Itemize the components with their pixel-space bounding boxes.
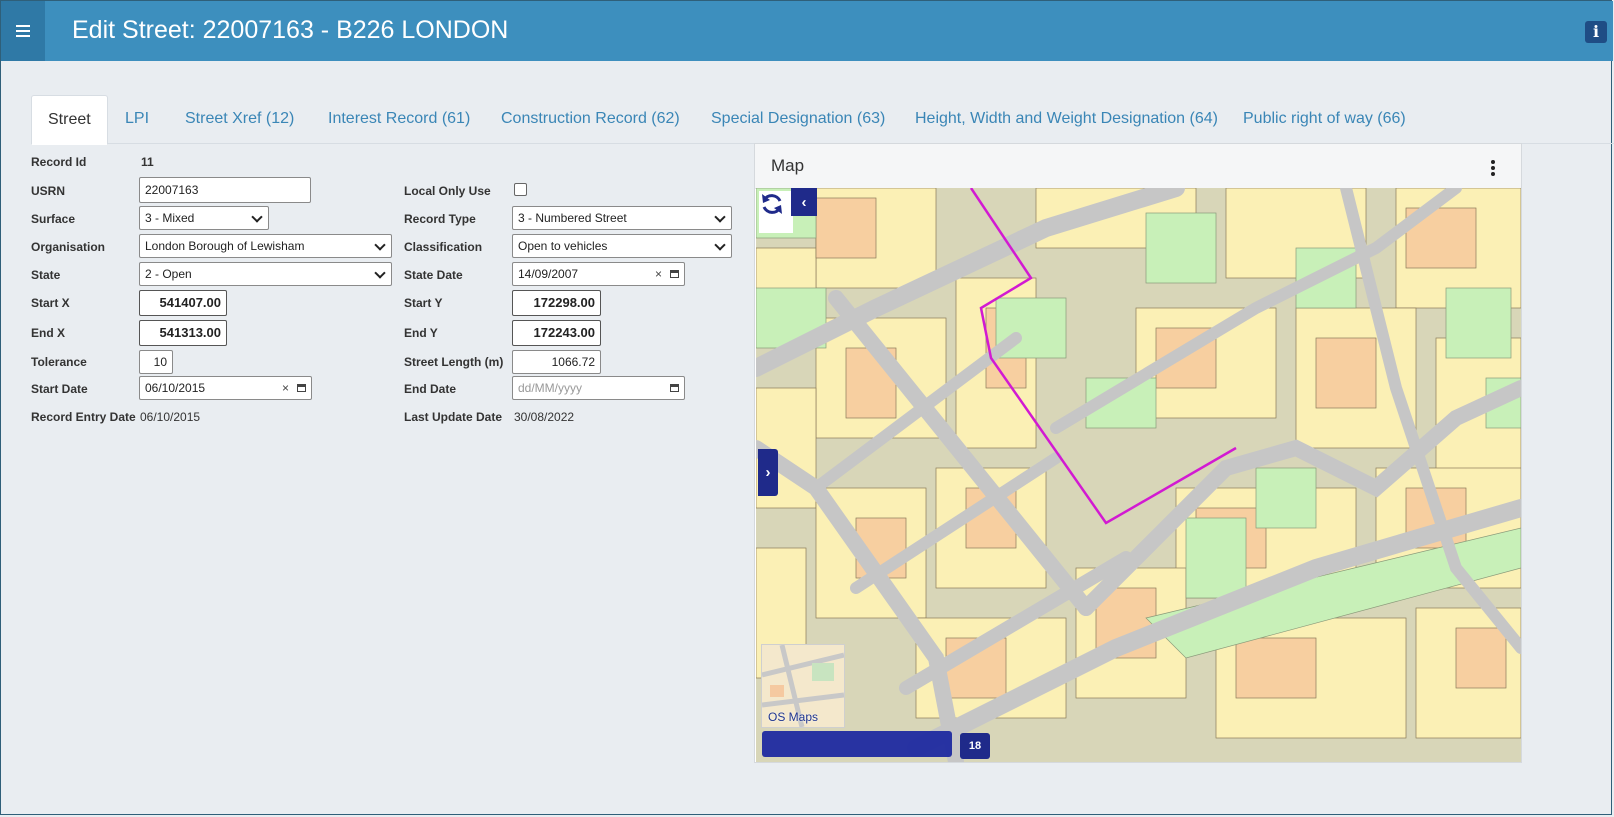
- state-date-value: 14/09/2007: [518, 267, 579, 281]
- hamburger-menu-button[interactable]: [1, 1, 45, 61]
- refresh-map-button[interactable]: [759, 191, 793, 233]
- start-date-value: 06/10/2015: [145, 381, 206, 395]
- local-only-use-label: Local Only Use: [404, 184, 491, 198]
- refresh-icon: [762, 194, 782, 214]
- map-title: Map: [771, 156, 805, 175]
- start-y-field[interactable]: 172298.00: [512, 290, 601, 316]
- organisation-value: London Borough of Lewisham: [145, 239, 305, 253]
- tab-height-width-weight[interactable]: Height, Width and Weight Designation (64…: [915, 95, 1218, 142]
- last-update-date-label: Last Update Date: [404, 410, 503, 424]
- tab-construction-record[interactable]: Construction Record (62): [501, 95, 680, 142]
- calendar-icon[interactable]: [670, 384, 679, 392]
- tab-street-xref[interactable]: Street Xref (12): [185, 95, 294, 142]
- classification-label: Classification: [404, 240, 483, 254]
- tab-public-right-of-way[interactable]: Public right of way (66): [1243, 95, 1406, 142]
- record-id-value: 11: [141, 155, 154, 169]
- surface-value: 3 - Mixed: [145, 211, 195, 225]
- start-y-label: Start Y: [404, 296, 443, 310]
- more-options-icon[interactable]: [1491, 160, 1495, 178]
- top-bar: Edit Street: 22007163 - B226 LONDON i: [1, 1, 1613, 61]
- usrn-label: USRN: [31, 184, 66, 198]
- map-canvas[interactable]: ‹ › OS Maps 18: [756, 188, 1521, 762]
- local-only-use-checkbox[interactable]: [514, 183, 527, 196]
- clear-icon[interactable]: ×: [655, 263, 662, 285]
- end-x-label: End X: [31, 326, 66, 340]
- organisation-label: Organisation: [31, 240, 106, 254]
- scale-bar: [762, 731, 952, 757]
- organisation-select[interactable]: London Borough of Lewisham: [139, 234, 392, 258]
- street-map: [756, 188, 1521, 762]
- tab-special-designation[interactable]: Special Designation (63): [711, 95, 885, 142]
- zoom-level-badge: 18: [960, 733, 990, 759]
- record-entry-date-value: 06/10/2015: [140, 410, 201, 424]
- collapse-panel-button[interactable]: ‹: [791, 188, 817, 216]
- end-date-label: End Date: [404, 382, 457, 396]
- basemap-label: OS Maps: [768, 710, 819, 724]
- classification-select[interactable]: Open to vehicles: [512, 234, 732, 258]
- tab-lpi[interactable]: LPI: [125, 95, 149, 142]
- basemap-switcher[interactable]: OS Maps: [761, 644, 845, 728]
- start-x-label: Start X: [31, 296, 70, 310]
- tab-street[interactable]: Street: [31, 95, 108, 145]
- state-date-picker[interactable]: 14/09/2007 ×: [512, 262, 685, 286]
- state-label: State: [31, 268, 61, 282]
- street-length-field[interactable]: 1066.72: [512, 350, 601, 374]
- record-type-value: 3 - Numbered Street: [518, 211, 627, 225]
- calendar-icon[interactable]: [297, 384, 306, 392]
- end-y-field[interactable]: 172243.00: [512, 320, 601, 346]
- info-icon[interactable]: i: [1585, 21, 1607, 43]
- end-date-picker[interactable]: dd/MM/yyyy: [512, 376, 685, 400]
- tab-bar: Street LPI Street Xref (12) Interest Rec…: [31, 95, 1614, 145]
- map-header: Map: [755, 144, 1521, 189]
- surface-label: Surface: [31, 212, 76, 226]
- start-date-label: Start Date: [31, 382, 88, 396]
- record-type-label: Record Type: [404, 212, 476, 226]
- classification-value: Open to vehicles: [518, 239, 608, 253]
- surface-select[interactable]: 3 - Mixed: [139, 206, 269, 230]
- end-x-field[interactable]: 541313.00: [139, 320, 227, 346]
- record-entry-date-label: Record Entry Date: [31, 410, 136, 424]
- state-value: 2 - Open: [145, 267, 192, 281]
- state-select[interactable]: 2 - Open: [139, 262, 392, 286]
- start-x-field[interactable]: 541407.00: [139, 290, 227, 316]
- clear-icon[interactable]: ×: [282, 377, 289, 399]
- start-date-picker[interactable]: 06/10/2015 ×: [139, 376, 312, 400]
- usrn-field[interactable]: 22007163: [139, 177, 311, 203]
- tolerance-label: Tolerance: [31, 355, 87, 369]
- calendar-icon[interactable]: [670, 270, 679, 278]
- expand-sidebar-button[interactable]: ›: [758, 449, 778, 496]
- end-date-placeholder: dd/MM/yyyy: [518, 381, 583, 395]
- tab-interest-record[interactable]: Interest Record (61): [328, 95, 470, 142]
- record-id-label: Record Id: [31, 155, 87, 169]
- map-panel: Map ‹ › OS Maps 18: [754, 143, 1522, 763]
- page-title: Edit Street: 22007163 - B226 LONDON: [72, 16, 509, 44]
- tolerance-field[interactable]: 10: [139, 350, 173, 374]
- hamburger-icon: [16, 25, 30, 37]
- last-update-date-value: 30/08/2022: [514, 410, 575, 424]
- street-length-label: Street Length (m): [404, 355, 504, 369]
- record-type-select[interactable]: 3 - Numbered Street: [512, 206, 732, 230]
- state-date-label: State Date: [404, 268, 463, 282]
- end-y-label: End Y: [404, 326, 438, 340]
